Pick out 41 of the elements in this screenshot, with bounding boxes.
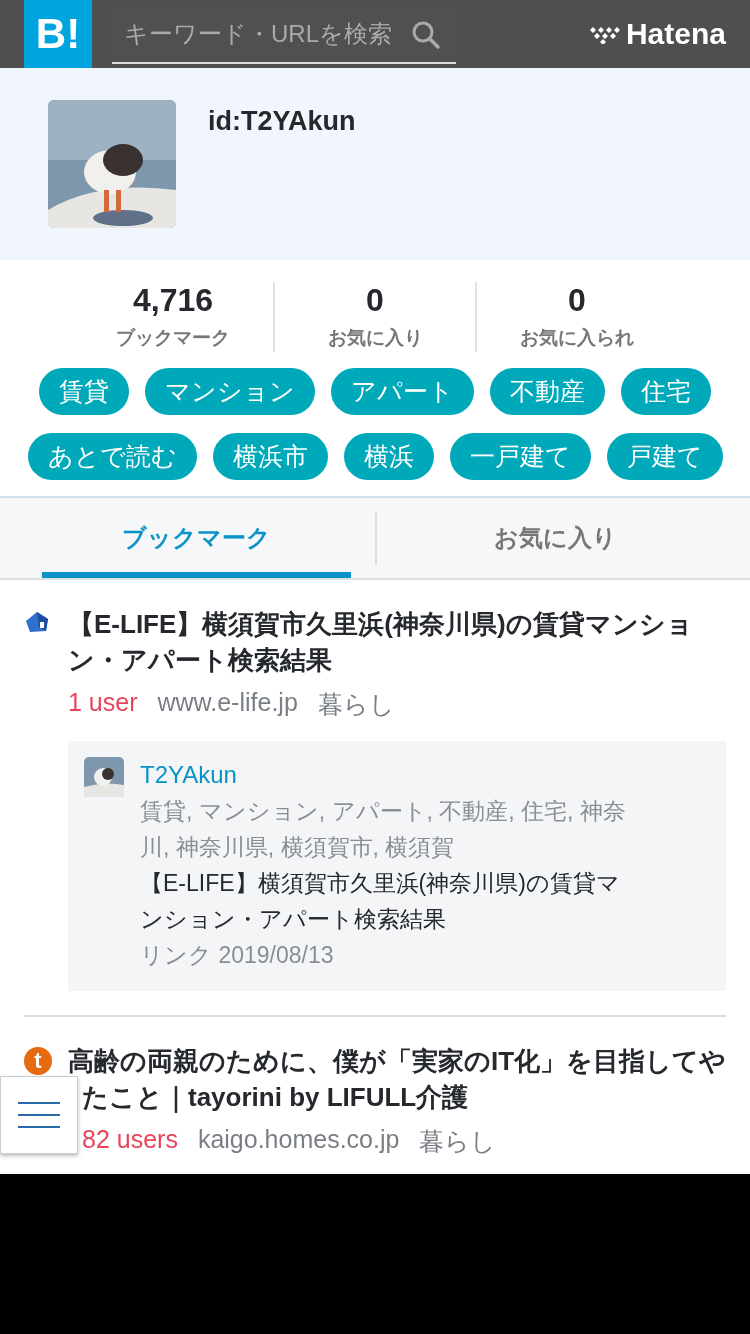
site-favicon: t [24, 1047, 52, 1075]
stat-value: 4,716 [132, 282, 214, 319]
bookmark-comment: 【E-LIFE】横須賀市久里浜(神奈川県)の賃貸マンション・アパート検索結果 [140, 869, 621, 934]
tag-chip[interactable]: 賃貸 [39, 368, 129, 415]
bookmark-user[interactable]: T2YAkun [140, 757, 640, 793]
bookmark-date: リンク 2019/08/13 [140, 941, 335, 970]
menu-icon [18, 1101, 60, 1129]
tag-chip[interactable]: あとで読む [27, 433, 197, 480]
tag-chip[interactable]: 横浜 [343, 433, 434, 480]
stat-value: 0 [366, 282, 384, 319]
stat-label: ブックマーク [116, 326, 230, 350]
logo[interactable]: B! [24, 0, 92, 68]
tab[interactable]: ブックマーク [42, 498, 351, 578]
entry-title[interactable]: ン・アパート検索結果 [68, 642, 332, 678]
stat-label: お気に入り [327, 326, 423, 350]
entry-title[interactable]: 高齢の両親のために、僕が「実家のIT化」を目指してや [68, 1043, 727, 1079]
tag-chip[interactable]: アパート [331, 368, 474, 415]
entry-domain[interactable]: kaigo.homes.co.jp [197, 1125, 400, 1158]
tab[interactable]: お気に入り [401, 498, 710, 578]
tag-chip[interactable]: 一戸建て [449, 433, 591, 480]
house-icon [24, 610, 50, 634]
bookmark-tags: 賃貸, マンション, アパート, 不動産, 住宅, 神奈川, 神奈川県, 横須賀市, 横須賀 [140, 793, 640, 865]
stat-label: お気に入られ [520, 326, 634, 350]
stat-value: 0 [568, 282, 586, 319]
menu-button[interactable] [0, 1076, 78, 1154]
user-id: id:T2YAkun [208, 106, 356, 137]
search-input[interactable]: キーワード・URLを検索 [112, 6, 456, 62]
tag-chip[interactable]: 戸建て [606, 433, 723, 480]
brand-name[interactable]: Hatena [625, 17, 726, 51]
user-count[interactable]: 1 user [68, 688, 138, 721]
tag-chip[interactable]: 横浜市 [212, 433, 328, 480]
entry-title[interactable]: 【E-LIFE】横須賀市久里浜(神奈川県)の賃貸マンショ [68, 606, 693, 642]
tag-chip[interactable]: マンション [145, 368, 315, 415]
tag-chip[interactable]: 不動産 [490, 368, 605, 415]
search-icon[interactable] [410, 19, 442, 51]
entry-title[interactable]: たこと｜tayorini by LIFULL介護 [82, 1079, 469, 1115]
entry-domain[interactable]: www.e-life.jp [157, 688, 298, 721]
user-count[interactable]: 82 users [82, 1125, 178, 1158]
entry-category[interactable]: 暮らし [419, 1125, 497, 1158]
entry-category[interactable]: 暮らし [317, 688, 395, 721]
tag-chip[interactable]: 住宅 [621, 368, 711, 415]
